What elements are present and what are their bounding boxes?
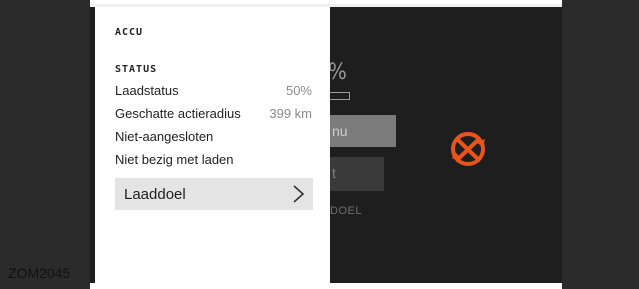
row-aansluiting: Niet-aangesloten — [115, 129, 312, 149]
background-doel-label: DOEL — [330, 205, 362, 217]
battery-panel: ACCU STATUS Laadstatus 50% Geschatte act… — [95, 7, 330, 283]
row-label: Laadstatus — [115, 83, 179, 98]
charging-blocked-icon — [451, 132, 485, 166]
row-label: Niet bezig met laden — [115, 152, 234, 167]
row-laadactiviteit: Niet bezig met laden — [115, 152, 312, 172]
section-title-accu: ACCU — [115, 27, 144, 38]
row-label: Geschatte actieradius — [115, 106, 241, 121]
laaddoel-button[interactable]: Laaddoel — [115, 178, 313, 210]
row-actieradius: Geschatte actieradius 399 km — [115, 106, 312, 126]
row-label: Niet-aangesloten — [115, 129, 214, 144]
battery-percent-text: % — [328, 60, 347, 85]
chevron-right-icon — [293, 185, 305, 203]
background-button-primary-label: nu — [332, 123, 348, 139]
status-heading: STATUS — [115, 64, 158, 75]
laaddoel-button-label: Laaddoel — [124, 186, 186, 203]
background-button-secondary-label: t — [332, 165, 336, 181]
right-frame — [562, 0, 639, 289]
row-value: 399 km — [269, 106, 312, 121]
row-laadstatus: Laadstatus 50% — [115, 83, 312, 103]
row-value: 50% — [285, 83, 312, 98]
image-tag: ZOM2045 — [8, 265, 71, 281]
background-button-secondary[interactable]: t — [326, 157, 384, 191]
left-frame — [0, 0, 90, 289]
background-button-primary[interactable]: nu — [326, 115, 396, 147]
